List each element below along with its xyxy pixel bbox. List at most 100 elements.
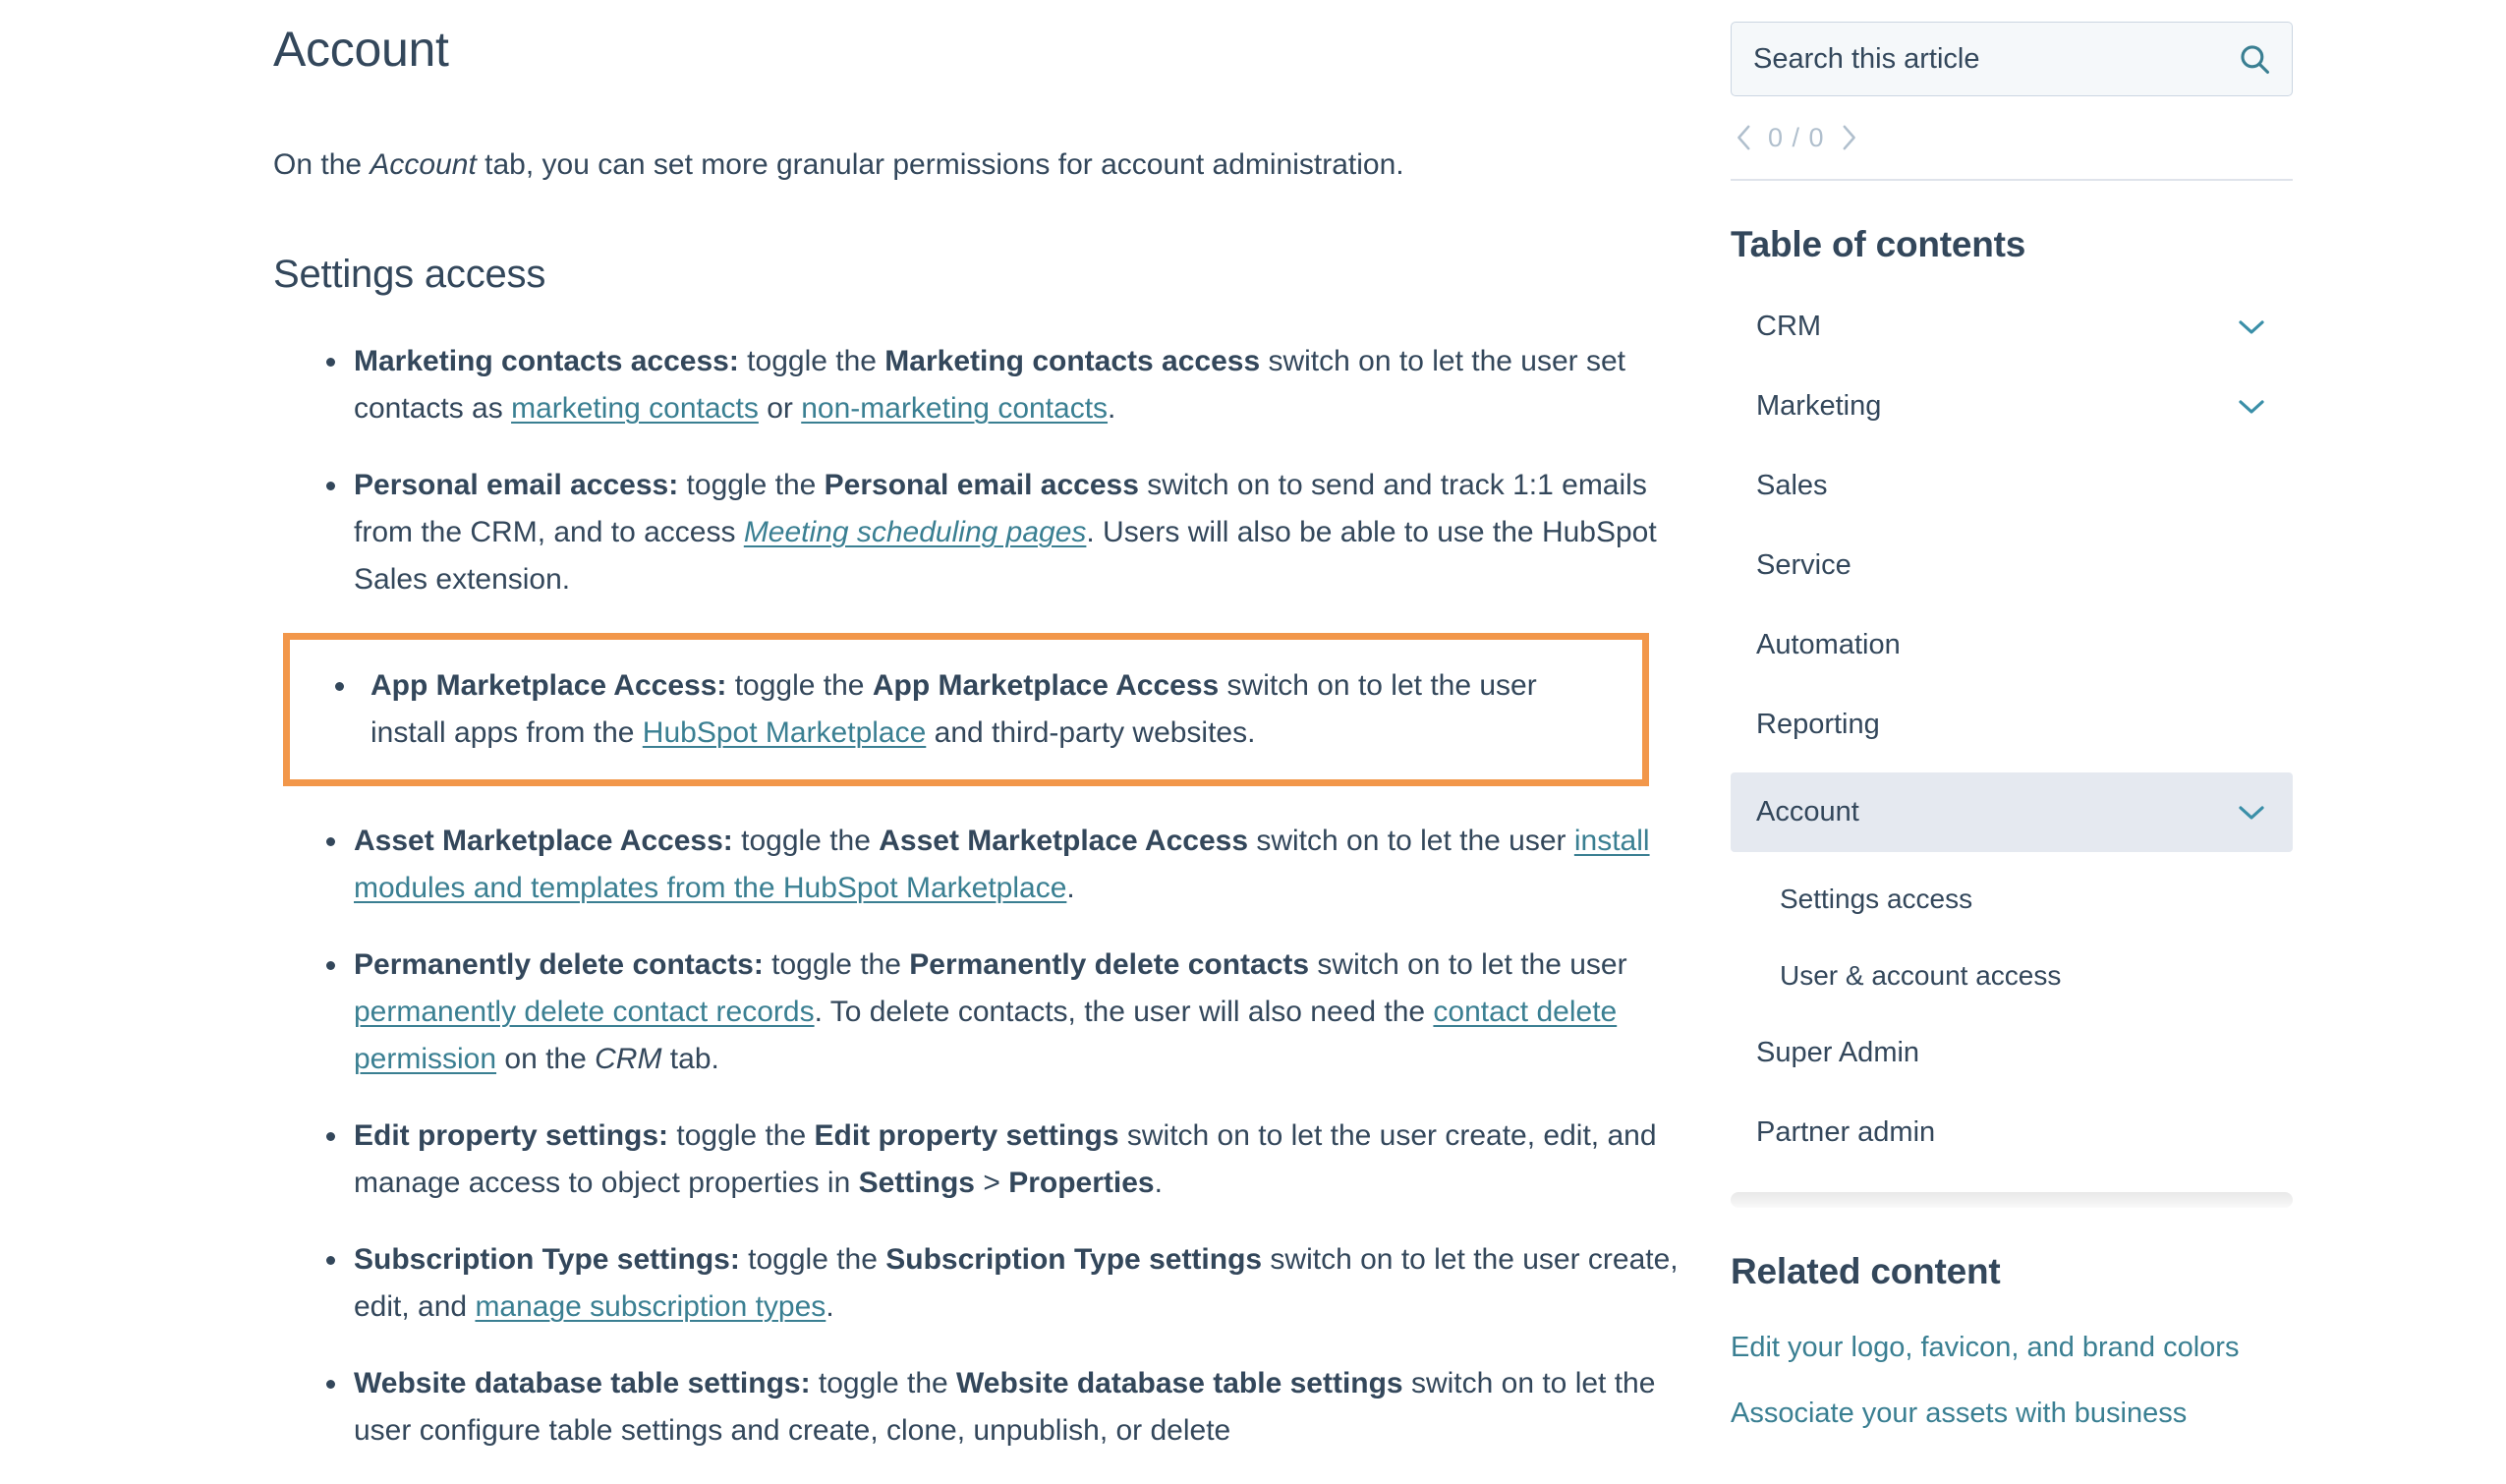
bullet-lead: Marketing contacts access: bbox=[354, 345, 739, 377]
bullet-text: toggle the bbox=[764, 948, 909, 981]
bullet-lead: Permanently delete contacts: bbox=[354, 948, 764, 981]
sidebar-item-settings-access[interactable]: Settings access bbox=[1731, 868, 2293, 931]
bullet-text: on the bbox=[496, 1043, 595, 1075]
bullet-lead: Personal email access: bbox=[354, 469, 678, 501]
sidebar-divider-bottom bbox=[1731, 1192, 2293, 1208]
article-sidebar: 0 / 0 Table of contents CRM Marketing bbox=[1731, 0, 2320, 1461]
sidebar-item-partner-admin[interactable]: Partner admin bbox=[1731, 1101, 2293, 1165]
list-item-app-marketplace-access-highlighted: App Marketplace Access: toggle the App M… bbox=[283, 633, 1649, 786]
toc-item-label: Reporting bbox=[1756, 709, 1880, 741]
bullet-lead: App Marketplace Access: bbox=[370, 669, 726, 702]
bullet-text: . To delete contacts, the user will also… bbox=[815, 996, 1434, 1028]
list-item-subscription-type-settings: Subscription Type settings: toggle the S… bbox=[273, 1236, 1688, 1331]
list-item-permanently-delete-contacts: Permanently delete contacts: toggle the … bbox=[273, 942, 1688, 1083]
link-permanently-delete-contact-records[interactable]: permanently delete contact records bbox=[354, 996, 815, 1028]
chevron-down-icon[interactable] bbox=[2238, 318, 2265, 336]
toc-item-label: Settings access bbox=[1780, 884, 1972, 915]
chevron-right-icon[interactable] bbox=[1839, 124, 1858, 151]
intro-text-after: tab, you can set more granular permissio… bbox=[477, 148, 1404, 181]
intro-text-before: On the bbox=[273, 148, 370, 181]
bullet-italic-crm: CRM bbox=[595, 1043, 661, 1075]
toc-item-label: CRM bbox=[1756, 311, 1821, 343]
bullet-bold-term: Permanently delete contacts bbox=[909, 948, 1309, 981]
intro-paragraph: On the Account tab, you can set more gra… bbox=[273, 143, 1688, 187]
toc-item-label: Super Admin bbox=[1756, 1037, 1919, 1069]
bullet-text: and third-party websites. bbox=[926, 716, 1255, 749]
bullet-lead: Website database table settings: bbox=[354, 1367, 811, 1399]
bullet-bold-term: Subscription Type settings bbox=[885, 1243, 1262, 1276]
list-item-personal-email-access: Personal email access: toggle the Person… bbox=[273, 462, 1688, 603]
link-non-marketing-contacts[interactable]: non-marketing contacts bbox=[801, 392, 1108, 425]
bullet-text: switch on to let the user bbox=[1248, 825, 1574, 857]
search-icon[interactable] bbox=[2238, 42, 2271, 76]
bullet-text: toggle the bbox=[726, 669, 872, 702]
sidebar-item-account[interactable]: Account bbox=[1731, 772, 2293, 852]
sidebar-item-reporting[interactable]: Reporting bbox=[1731, 693, 2293, 757]
page-title: Account bbox=[273, 20, 1688, 79]
bullet-text: toggle the bbox=[678, 469, 824, 501]
bullet-bold-term: Asset Marketplace Access bbox=[879, 825, 1248, 857]
bullet-text: . bbox=[1066, 872, 1074, 904]
search-input[interactable] bbox=[1731, 22, 2293, 96]
related-link-associate-assets-with-business[interactable]: Associate your assets with business bbox=[1731, 1396, 2242, 1432]
toc-item-label: User & account access bbox=[1780, 960, 2061, 992]
bullet-bold-term: App Marketplace Access bbox=[873, 669, 1219, 702]
article-page: Account On the Account tab, you can set … bbox=[0, 0, 2506, 1403]
toc-item-label: Automation bbox=[1756, 629, 1901, 661]
bullet-text: > bbox=[975, 1167, 1008, 1199]
bullet-bold-term: Marketing contacts access bbox=[884, 345, 1260, 377]
sidebar-item-service[interactable]: Service bbox=[1731, 534, 2293, 598]
sidebar-item-marketing[interactable]: Marketing bbox=[1731, 374, 2293, 438]
bullet-text: tab. bbox=[661, 1043, 718, 1075]
bullet-text: . bbox=[826, 1290, 833, 1323]
list-item-edit-property-settings: Edit property settings: toggle the Edit … bbox=[273, 1113, 1688, 1207]
sidebar-item-user-and-account-access[interactable]: User & account access bbox=[1731, 944, 2293, 1007]
sidebar-item-crm[interactable]: CRM bbox=[1731, 295, 2293, 359]
sidebar-item-automation[interactable]: Automation bbox=[1731, 613, 2293, 677]
link-meeting-scheduling-pages[interactable]: Meeting scheduling pages bbox=[744, 516, 1087, 548]
bullet-lead: Subscription Type settings: bbox=[354, 1243, 740, 1276]
bullet-bold-settings: Settings bbox=[859, 1167, 975, 1199]
list-item-asset-marketplace-access: Asset Marketplace Access: toggle the Ass… bbox=[273, 818, 1688, 912]
bullet-bold-term: Personal email access bbox=[825, 469, 1139, 501]
sidebar-item-super-admin[interactable]: Super Admin bbox=[1731, 1021, 2293, 1085]
list-item-website-database-table-settings: Website database table settings: toggle … bbox=[273, 1360, 1688, 1455]
section-title-settings-access: Settings access bbox=[273, 250, 1688, 299]
bullet-text: switch on to let the user bbox=[1309, 948, 1627, 981]
list-item: Edit your logo, favicon, and brand color… bbox=[1731, 1330, 2242, 1366]
link-marketing-contacts[interactable]: marketing contacts bbox=[511, 392, 759, 425]
bullet-text: . bbox=[1108, 392, 1115, 425]
toc-item-label: Account bbox=[1756, 796, 1859, 828]
sidebar-item-sales[interactable]: Sales bbox=[1731, 454, 2293, 518]
article-content: Account On the Account tab, you can set … bbox=[273, 0, 1688, 1484]
chevron-left-icon[interactable] bbox=[1735, 124, 1754, 151]
search-result-counter: 0 / 0 bbox=[1768, 123, 1825, 153]
chevron-down-icon[interactable] bbox=[2238, 804, 2265, 822]
bullet-text: toggle the bbox=[811, 1367, 956, 1399]
permissions-list: Marketing contacts access: toggle the Ma… bbox=[273, 338, 1688, 1455]
related-link-edit-logo-favicon-brand-colors[interactable]: Edit your logo, favicon, and brand color… bbox=[1731, 1330, 2242, 1366]
toc-item-label: Service bbox=[1756, 549, 1851, 582]
sidebar-divider-top bbox=[1731, 179, 2293, 181]
intro-italic-account: Account bbox=[370, 148, 476, 181]
toc-title: Table of contents bbox=[1731, 224, 2320, 265]
bullet-bold-properties: Properties bbox=[1008, 1167, 1154, 1199]
link-hubspot-marketplace[interactable]: HubSpot Marketplace bbox=[643, 716, 927, 749]
bullet-bold-term: Website database table settings bbox=[956, 1367, 1403, 1399]
related-content-list: Edit your logo, favicon, and brand color… bbox=[1731, 1330, 2242, 1432]
bullet-text: toggle the bbox=[668, 1119, 814, 1152]
link-manage-subscription-types[interactable]: manage subscription types bbox=[475, 1290, 826, 1323]
chevron-down-icon[interactable] bbox=[2238, 398, 2265, 416]
toc-item-label: Sales bbox=[1756, 470, 1828, 502]
bullet-text: toggle the bbox=[739, 345, 884, 377]
bullet-text: toggle the bbox=[740, 1243, 885, 1276]
bullet-text: . bbox=[1155, 1167, 1163, 1199]
article-search bbox=[1731, 22, 2293, 96]
bullet-lead: Edit property settings: bbox=[354, 1119, 668, 1152]
related-content-title: Related content bbox=[1731, 1251, 2320, 1292]
toc-item-label: Marketing bbox=[1756, 390, 1881, 423]
bullet-text: or bbox=[759, 392, 801, 425]
toc-item-label: Partner admin bbox=[1756, 1116, 1935, 1149]
list-item-marketing-contacts-access: Marketing contacts access: toggle the Ma… bbox=[273, 338, 1688, 432]
bullet-text: toggle the bbox=[733, 825, 879, 857]
